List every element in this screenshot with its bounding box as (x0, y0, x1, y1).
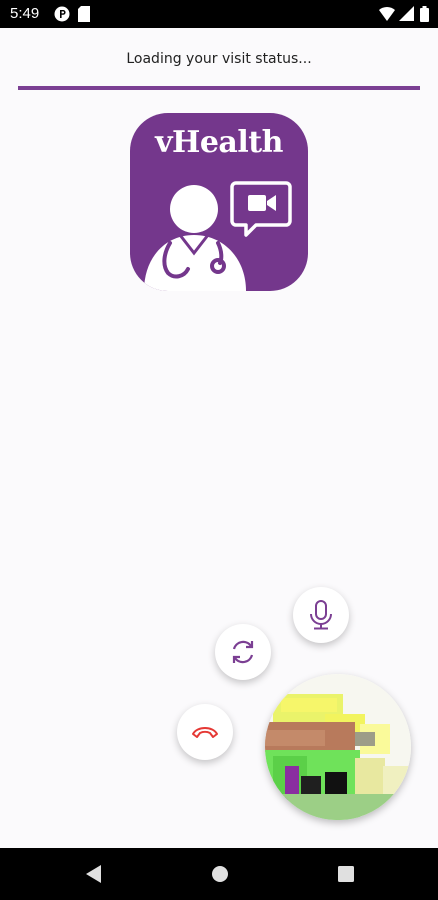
vhealth-logo: vHealth (130, 113, 308, 291)
status-bar: 5:49 (0, 0, 438, 28)
recents-icon[interactable] (338, 864, 354, 888)
microphone-icon (310, 600, 332, 630)
wifi-icon (379, 6, 395, 26)
notification-p-icon (54, 6, 70, 26)
navigation-bar (0, 848, 438, 900)
back-icon[interactable] (85, 864, 103, 888)
cellular-signal-icon (399, 6, 414, 26)
switch-camera-button[interactable] (215, 624, 271, 680)
mute-button[interactable] (293, 587, 349, 643)
self-view-frame (265, 674, 411, 820)
loading-progress-fill (18, 86, 420, 90)
battery-icon (420, 6, 429, 26)
doctor-video-chat-icon (144, 181, 292, 291)
status-time: 5:49 (10, 5, 40, 22)
hang-up-phone-icon (192, 727, 218, 738)
camera-switch-icon (232, 640, 254, 664)
loading-status-text: Loading your visit status... (126, 51, 312, 67)
end-call-button[interactable] (177, 704, 233, 760)
loading-progress-bar (18, 86, 420, 90)
home-icon[interactable] (211, 864, 229, 888)
sim-card-icon (78, 6, 90, 26)
self-view-video[interactable] (265, 674, 411, 820)
